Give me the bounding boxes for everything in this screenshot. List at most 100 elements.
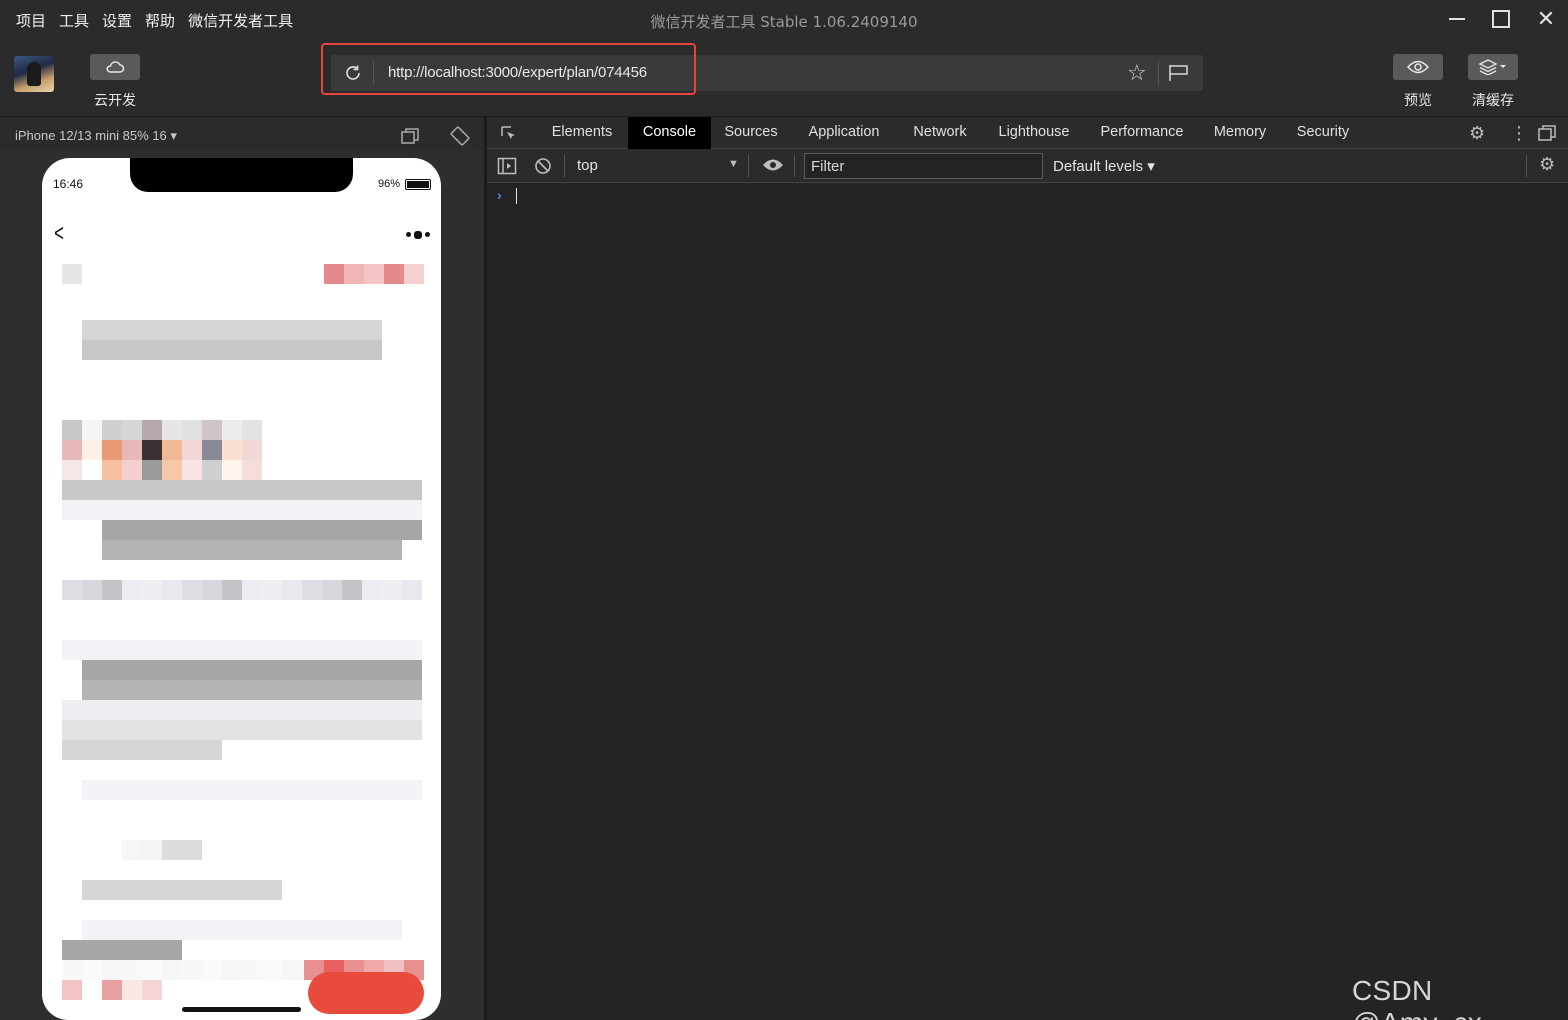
mosaic-block xyxy=(202,680,222,700)
mosaic-block xyxy=(402,660,422,680)
mosaic-block xyxy=(102,340,122,360)
mosaic-block xyxy=(402,640,422,660)
avatar[interactable] xyxy=(14,56,54,92)
mosaic-block xyxy=(302,660,322,680)
console-settings-icon[interactable]: ⚙ xyxy=(1539,154,1555,174)
tab-memory[interactable]: Memory xyxy=(1203,117,1277,149)
action-button[interactable] xyxy=(308,972,424,1014)
mosaic-block xyxy=(162,480,182,500)
mosaic-block xyxy=(82,700,102,720)
mosaic-block xyxy=(222,460,242,480)
sidebar-toggle-icon[interactable] xyxy=(497,157,517,175)
back-icon[interactable]: < xyxy=(54,222,64,246)
tab-sources[interactable]: Sources xyxy=(713,117,789,149)
tab-lighthouse[interactable]: Lighthouse xyxy=(987,117,1081,149)
mosaic-block xyxy=(222,640,242,660)
mosaic-block xyxy=(362,660,382,680)
kebab-menu-icon[interactable]: ⋮ xyxy=(1510,123,1528,143)
preview-button[interactable] xyxy=(1393,54,1443,80)
url-highlight-annotation xyxy=(321,43,696,95)
mosaic-block xyxy=(302,480,322,500)
devtools-tab-bar: Elements Console Sources Application Net… xyxy=(487,116,1568,149)
mosaic-block xyxy=(362,340,382,360)
popout-icon[interactable] xyxy=(400,126,420,146)
mosaic-block xyxy=(182,420,202,440)
mosaic-block xyxy=(102,740,122,760)
maximize-icon xyxy=(1492,10,1510,28)
flag-icon[interactable] xyxy=(1168,64,1190,82)
log-levels-dropdown[interactable]: Default levels ▾ xyxy=(1053,157,1155,175)
mosaic-block xyxy=(402,520,422,540)
mosaic-block xyxy=(322,540,342,560)
live-expression-eye-icon[interactable] xyxy=(762,158,784,172)
mosaic-block xyxy=(62,640,82,660)
mosaic-block xyxy=(222,520,242,540)
tab-elements[interactable]: Elements xyxy=(539,117,625,149)
console-output[interactable]: › xyxy=(487,183,1568,1020)
mosaic-block xyxy=(102,920,122,940)
maximize-button[interactable] xyxy=(1486,6,1516,32)
mosaic-block xyxy=(362,640,382,660)
mosaic-block xyxy=(242,420,262,440)
mosaic-block xyxy=(382,680,402,700)
mosaic-block xyxy=(62,720,82,740)
mosaic-block xyxy=(222,420,242,440)
mosaic-block xyxy=(222,500,242,520)
mosaic-block xyxy=(362,520,382,540)
close-button[interactable]: ✕ xyxy=(1531,6,1561,32)
mosaic-block xyxy=(142,340,162,360)
tab-application[interactable]: Application xyxy=(794,117,894,149)
settings-icon[interactable]: ⚙ xyxy=(1469,123,1485,143)
filter-input[interactable] xyxy=(804,153,1043,179)
mosaic-block xyxy=(202,880,222,900)
mosaic-block xyxy=(102,880,122,900)
inspect-element-icon[interactable] xyxy=(499,124,517,142)
mosaic-block xyxy=(242,340,262,360)
mosaic-block xyxy=(262,680,282,700)
device-selector[interactable]: iPhone 12/13 mini 85% 16 ▾ xyxy=(15,128,177,144)
clear-cache-button[interactable] xyxy=(1468,54,1518,80)
mosaic-block xyxy=(302,780,322,800)
mosaic-block xyxy=(342,680,362,700)
mosaic-block xyxy=(162,960,182,980)
mosaic-block xyxy=(222,880,242,900)
chevron-down-icon[interactable]: ▼ xyxy=(728,158,739,170)
mosaic-block xyxy=(102,580,122,600)
mosaic-block xyxy=(384,264,404,284)
star-icon[interactable]: ☆ xyxy=(1127,62,1147,84)
mosaic-block xyxy=(142,920,162,940)
phone-notch xyxy=(130,158,353,192)
mosaic-block xyxy=(62,740,82,760)
mosaic-block xyxy=(202,640,222,660)
separator xyxy=(748,155,749,177)
mosaic-block xyxy=(402,720,422,740)
mosaic-block xyxy=(122,440,142,460)
title-bar: 项目 工具 设置 帮助 微信开发者工具 微信开发者工具 Stable 1.06.… xyxy=(0,0,1568,40)
mosaic-block xyxy=(242,880,262,900)
tab-network[interactable]: Network xyxy=(901,117,979,149)
tab-performance[interactable]: Performance xyxy=(1089,117,1195,149)
cloud-dev-button[interactable] xyxy=(90,54,140,80)
clear-console-icon[interactable] xyxy=(534,157,552,175)
mosaic-block xyxy=(182,720,202,740)
context-selector[interactable]: top xyxy=(577,157,598,174)
more-icon[interactable] xyxy=(406,231,430,239)
mosaic-block xyxy=(302,680,322,700)
mosaic-block xyxy=(342,540,362,560)
mosaic-block xyxy=(302,320,322,340)
tab-console[interactable]: Console xyxy=(628,117,711,149)
mosaic-block xyxy=(282,640,302,660)
rotate-icon[interactable] xyxy=(450,126,470,146)
mosaic-block xyxy=(222,660,242,680)
mosaic-block xyxy=(322,340,342,360)
mosaic-block xyxy=(262,580,282,600)
mosaic-block xyxy=(122,340,142,360)
minimize-button[interactable] xyxy=(1442,6,1472,32)
mosaic-block xyxy=(142,480,162,500)
mosaic-block xyxy=(182,480,202,500)
dock-icon[interactable] xyxy=(1537,124,1557,142)
mosaic-block xyxy=(404,264,424,284)
tab-security[interactable]: Security xyxy=(1286,117,1360,149)
mosaic-block xyxy=(142,540,162,560)
mosaic-block xyxy=(282,540,302,560)
